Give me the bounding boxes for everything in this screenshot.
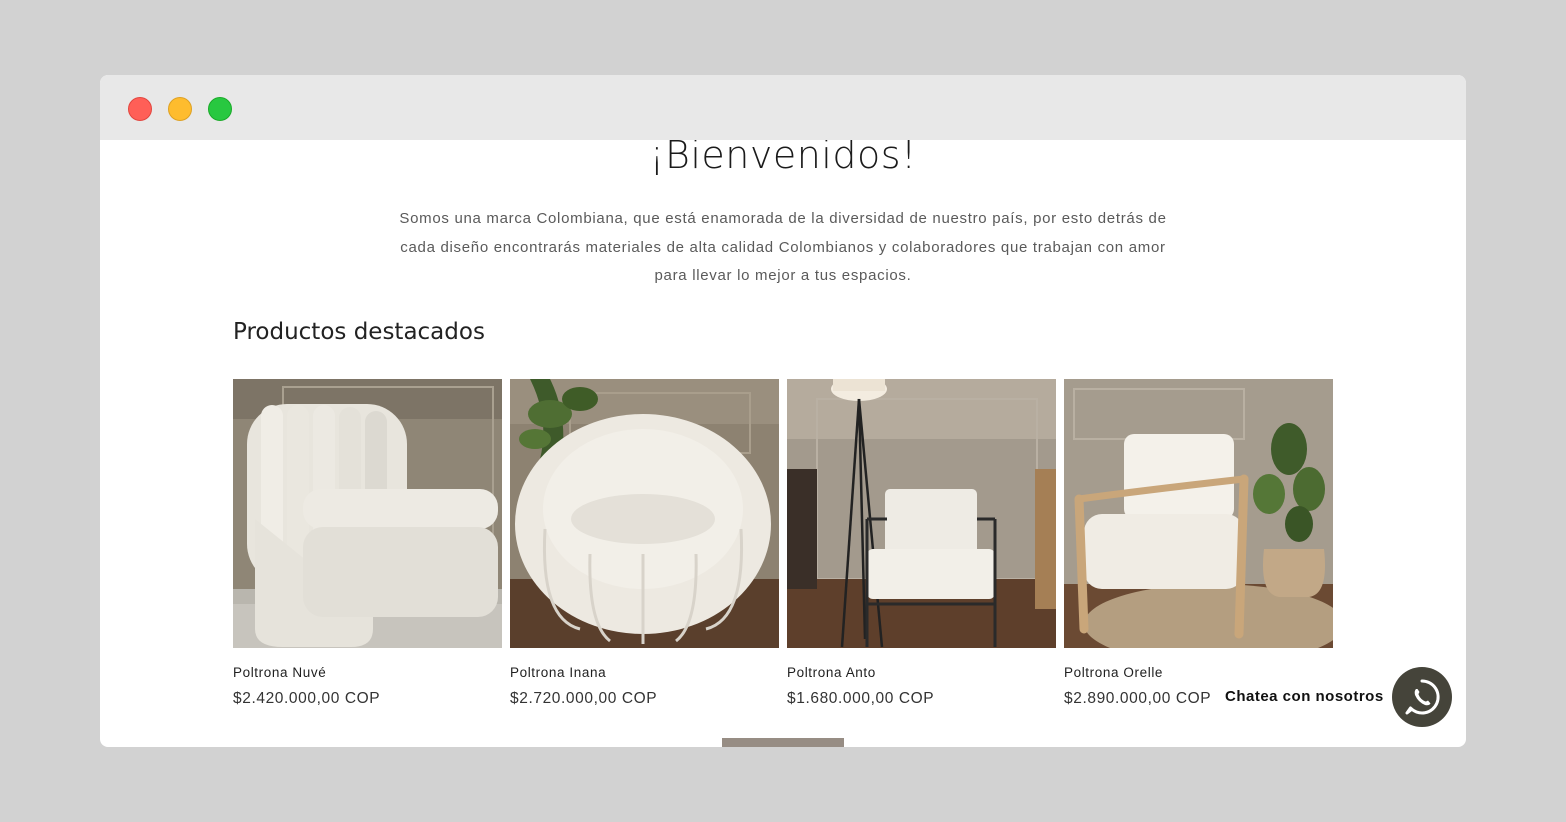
featured-products-title: Productos destacados [233,319,485,345]
carousel-scrollbar[interactable] [722,738,844,747]
product-price: $2.890.000,00 COP [1064,690,1212,707]
product-price: $2.720.000,00 COP [510,690,658,707]
browser-window: ¡Bienvenidos! Somos una marca Colombiana… [100,75,1466,747]
window-titlebar [100,75,1466,140]
product-price: $2.420.000,00 COP [233,690,381,707]
intro-text: Somos una marca Colombiana, que está ena… [399,210,1167,284]
product-name[interactable]: Poltrona Nuvé [233,665,326,680]
page-content: ¡Bienvenidos! Somos una marca Colombiana… [100,75,1466,747]
wooden-frame-armchair-image [1064,379,1333,648]
whatsapp-icon [1405,679,1440,715]
product-name[interactable]: Poltrona Inana [510,665,606,680]
product-image[interactable] [1064,379,1333,648]
product-image[interactable] [510,379,779,648]
product-card[interactable]: Poltrona Anto $1.680.000,00 COP [787,379,1056,707]
chat-label[interactable]: Chatea con nosotros [1225,688,1384,705]
product-price: $1.680.000,00 COP [787,690,935,707]
product-name[interactable]: Poltrona Orelle [1064,665,1163,680]
product-image[interactable] [233,379,502,648]
minimize-window-button[interactable] [168,97,192,121]
maximize-window-button[interactable] [208,97,232,121]
metal-frame-chair-image [787,379,1056,648]
product-card[interactable]: Poltrona Inana $2.720.000,00 COP [510,379,779,707]
channel-tufted-chair-image [233,379,502,648]
whatsapp-chat-button[interactable] [1392,667,1452,727]
featured-products-list: Poltrona Nuvé $2.420.000,00 COP Poltrona… [233,379,1333,719]
product-card[interactable]: Poltrona Nuvé $2.420.000,00 COP [233,379,502,707]
product-image[interactable] [787,379,1056,648]
product-card[interactable]: Poltrona Orelle $2.890.000,00 COP [1064,379,1333,707]
round-pumpkin-chair-image [510,379,779,648]
product-name[interactable]: Poltrona Anto [787,665,876,680]
close-window-button[interactable] [128,97,152,121]
